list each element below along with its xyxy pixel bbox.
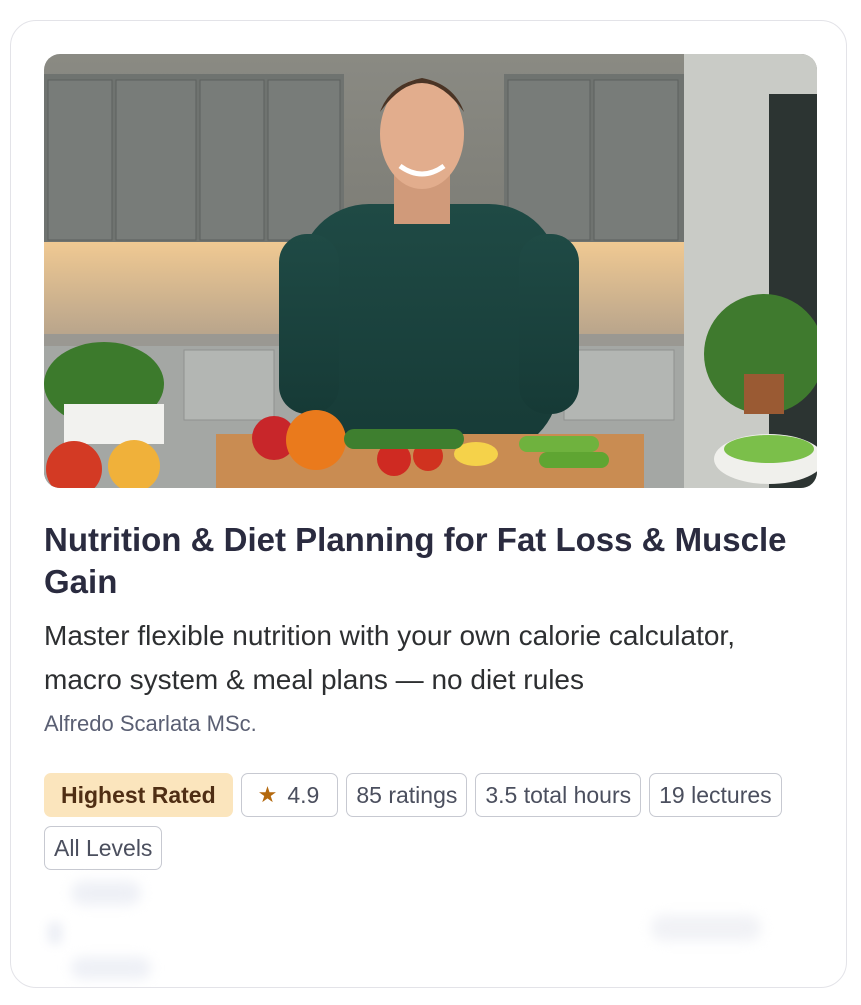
total-hours-badge: 3.5 total hours: [475, 773, 642, 817]
faded-content-placeholder: [11, 881, 846, 987]
lectures-badge: 19 lectures: [649, 773, 782, 817]
rating-badge: ★ 4.9: [240, 773, 339, 817]
course-card[interactable]: Nutrition & Diet Planning for Fat Loss &…: [10, 20, 847, 988]
course-title[interactable]: Nutrition & Diet Planning for Fat Loss &…: [44, 519, 804, 603]
level-badge: All Levels: [44, 826, 163, 870]
highest-rated-badge: Highest Rated: [44, 773, 233, 817]
ratings-count-badge: 85 ratings: [346, 773, 468, 817]
instructor-name: Alfredo Scarlata MSc.: [44, 711, 257, 736]
course-description: Master flexible nutrition with your own …: [44, 620, 735, 695]
thumbnail-image: [44, 54, 817, 488]
rating-value: 4.9: [287, 781, 320, 808]
course-badges: Highest Rated ★ 4.9 85 ratings 3.5 total…: [44, 773, 824, 870]
star-icon: ★: [257, 782, 278, 807]
course-thumbnail[interactable]: [44, 54, 817, 488]
